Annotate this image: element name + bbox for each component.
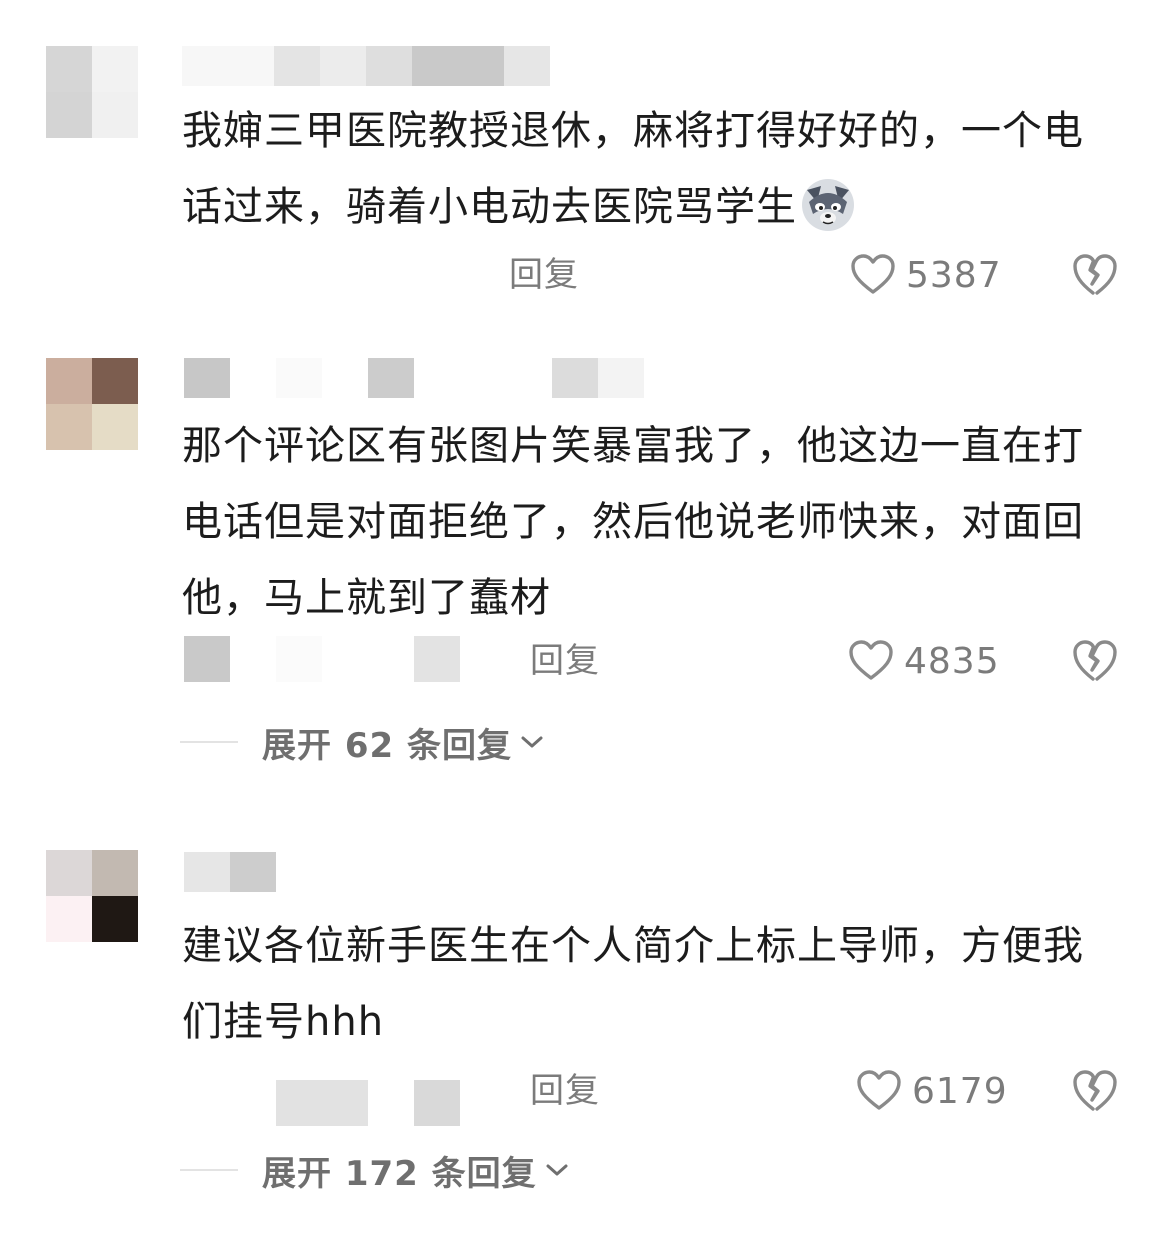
broken-heart-icon	[1073, 1070, 1117, 1111]
chevron-down-icon	[521, 736, 543, 748]
avatar[interactable]	[46, 358, 138, 450]
like-count: 5387	[906, 254, 1002, 296]
like-button[interactable]: 4835	[848, 636, 1000, 686]
avatar[interactable]	[46, 46, 138, 138]
avatar-pixel	[92, 896, 138, 942]
comment-actions: 回复 4835	[0, 636, 1170, 686]
avatar[interactable]	[46, 850, 138, 942]
avatar-pixel	[46, 850, 92, 896]
avatar-pixel	[92, 46, 138, 92]
avatar-pixel	[92, 404, 138, 450]
wolf-face-emoji-icon	[799, 174, 857, 232]
dislike-button[interactable]	[1072, 250, 1118, 300]
avatar-pixel	[46, 46, 92, 92]
reply-button[interactable]: 回复	[530, 1066, 600, 1116]
dislike-button[interactable]	[1072, 636, 1118, 686]
avatar-pixel	[92, 92, 138, 138]
heart-outline-icon	[857, 1070, 901, 1110]
comment-actions: 回复 6179	[0, 1066, 1170, 1116]
dislike-button[interactable]	[1072, 1066, 1118, 1116]
heart-outline-icon	[849, 640, 893, 680]
username-redacted[interactable]	[184, 358, 644, 398]
like-count: 4835	[904, 640, 1000, 682]
username-redacted[interactable]	[182, 46, 554, 86]
divider-line	[180, 741, 238, 743]
avatar-pixel	[46, 358, 92, 404]
comment-actions: 回复 5387	[0, 250, 1170, 300]
like-button[interactable]: 5387	[850, 250, 1002, 300]
broken-heart-icon	[1073, 254, 1117, 295]
avatar-pixel	[46, 896, 92, 942]
like-count: 6179	[912, 1070, 1008, 1112]
expand-replies-button[interactable]: 展开 172 条回复	[180, 1148, 569, 1194]
comment-text: 建议各位新手医生在个人简介上标上导师，方便我们挂号hhh	[182, 923, 1084, 1045]
like-button[interactable]: 6179	[856, 1066, 1008, 1116]
expand-replies-label: 展开 62 条回复	[262, 725, 512, 766]
comment-text: 那个评论区有张图片笑暴富我了，他这边一直在打电话但是对面拒绝了，然后他说老师快来…	[182, 423, 1084, 621]
comment-text: 我婶三甲医院教授退休，麻将打得好好的，一个电话过来，骑着小电动去医院骂学生	[182, 93, 1122, 245]
broken-heart-icon	[1073, 640, 1117, 681]
heart-outline-icon	[851, 254, 895, 294]
expand-replies-label: 展开 172 条回复	[262, 1153, 537, 1194]
username-redacted[interactable]	[184, 852, 276, 892]
avatar-pixel	[46, 92, 92, 138]
avatar-pixel	[92, 850, 138, 896]
reply-button[interactable]: 回复	[509, 250, 579, 300]
expand-replies-button[interactable]: 展开 62 条回复	[180, 720, 544, 766]
reply-button[interactable]: 回复	[530, 636, 600, 686]
avatar-pixel	[46, 404, 92, 450]
chevron-down-icon	[546, 1164, 568, 1176]
divider-line	[180, 1169, 238, 1171]
comment-text-content: 我婶三甲医院教授退休，麻将打得好好的，一个电话过来，骑着小电动去医院骂学生	[182, 108, 1084, 230]
avatar-pixel	[92, 358, 138, 404]
